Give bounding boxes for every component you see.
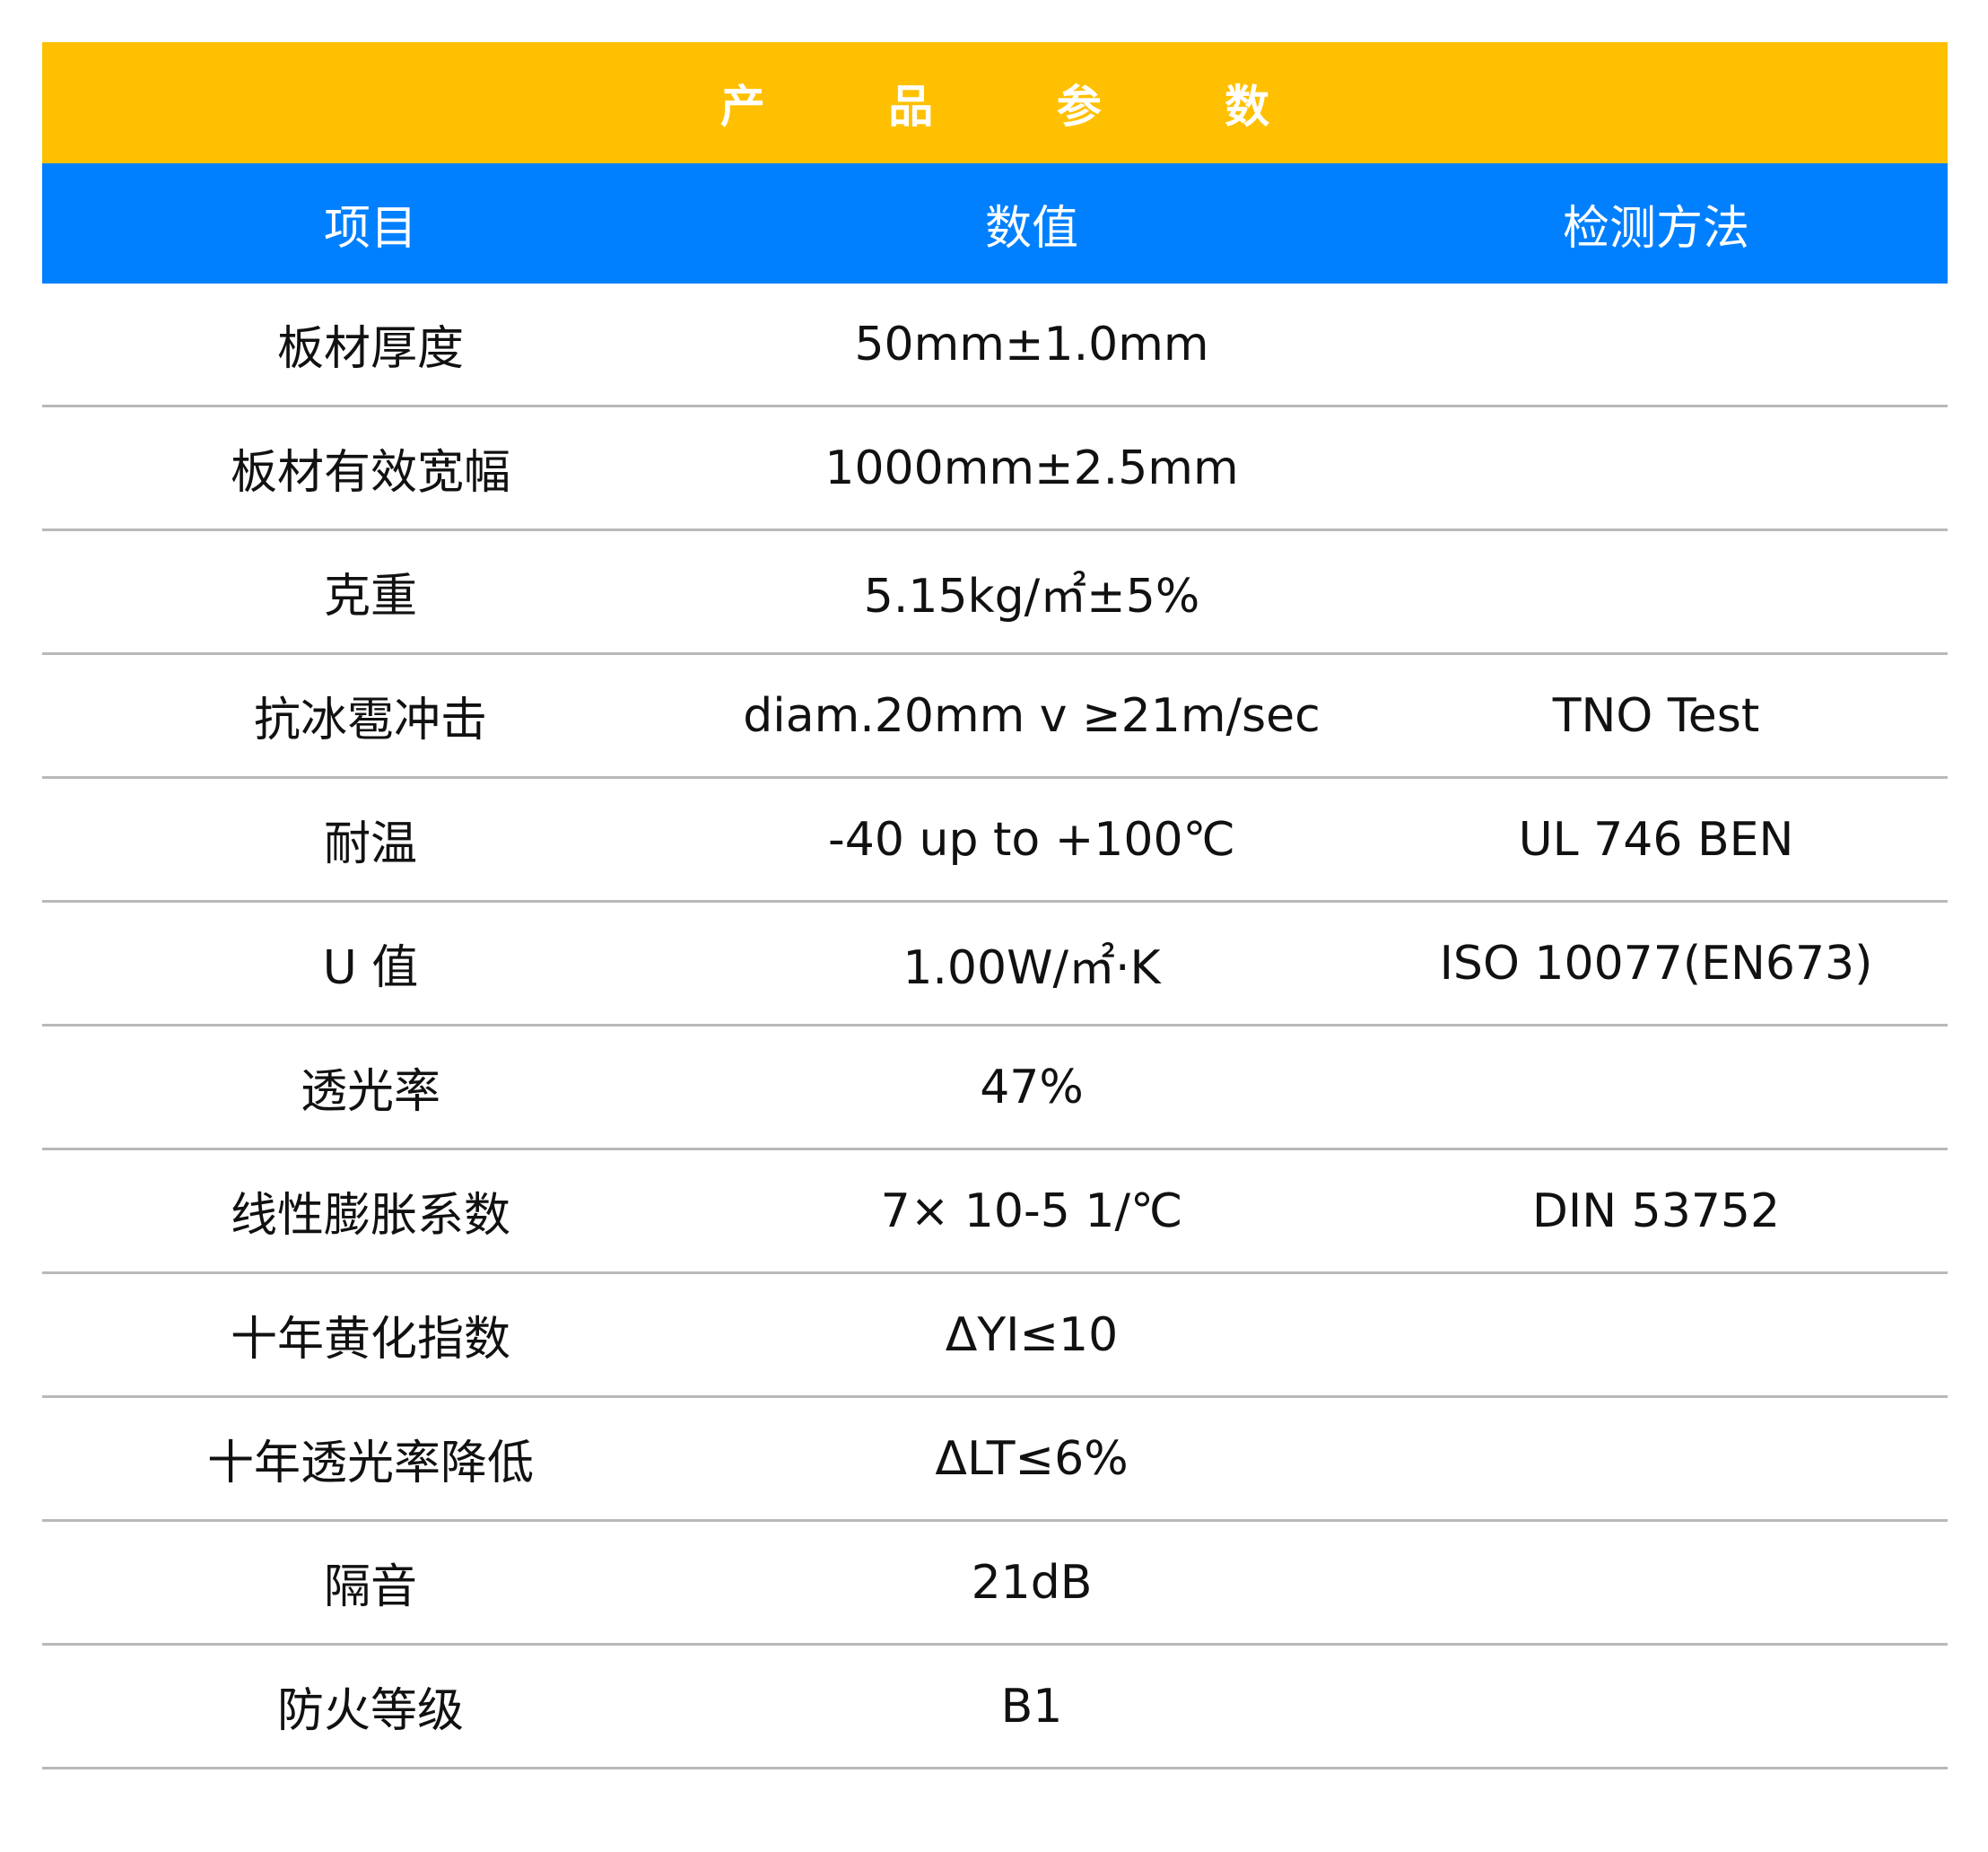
table-row: 克重 5.15kg/㎡±5%: [42, 531, 1948, 655]
row-value: B1: [1000, 1679, 1063, 1734]
table-row: 十年透光率降低 ΔLT≤6%: [42, 1398, 1948, 1522]
row-item: 透光率: [300, 1065, 440, 1119]
table-row: 十年黄化指数 ΔYI≤10: [42, 1274, 1948, 1398]
row-method: UL 746 BEN: [1518, 812, 1794, 867]
row-value: 47%: [980, 1060, 1084, 1114]
row-value: 50mm±1.0mm: [854, 317, 1209, 371]
row-value: 1000mm±2.5mm: [824, 441, 1239, 495]
row-value: -40 up to +100℃: [828, 812, 1235, 867]
row-item: 克重: [323, 570, 417, 624]
row-value: diam.20mm v ≥21m/sec: [743, 688, 1321, 743]
row-value: 5.15kg/㎡±5%: [863, 570, 1200, 624]
row-item: 线性膨胀系数: [230, 1189, 510, 1243]
table-title: 产 品 参 数: [42, 42, 1948, 163]
row-method: ISO 10077(EN673): [1439, 936, 1873, 991]
header-item: 项目: [323, 201, 417, 256]
row-value: 1.00W/㎡·K: [902, 941, 1161, 995]
row-method: DIN 53752: [1531, 1184, 1781, 1238]
table-row: 防火等级 B1: [42, 1646, 1948, 1769]
row-item: 十年黄化指数: [230, 1313, 510, 1367]
row-item: 耐温: [323, 817, 417, 871]
table-row: 抗冰雹冲击 diam.20mm v ≥21m/sec TNO Test: [42, 655, 1948, 779]
row-item: 隔音: [323, 1560, 417, 1614]
table-header-row: 项目 数值 检测方法: [42, 163, 1948, 284]
table-row: 透光率 47%: [42, 1026, 1948, 1150]
product-parameters-table: 产 品 参 数 项目 数值 检测方法 板材厚度 50mm±1.0mm 板材有效宽…: [42, 42, 1948, 1769]
row-value: ΔLT≤6%: [935, 1431, 1129, 1486]
header-value: 数值: [984, 201, 1078, 256]
row-item: 十年透光率降低: [206, 1437, 534, 1490]
table-row: 线性膨胀系数 7× 10-5 1/℃ DIN 53752: [42, 1150, 1948, 1274]
row-value: 21dB: [971, 1555, 1093, 1610]
row-item: 板材有效宽幅: [230, 446, 510, 500]
row-item: U 值: [322, 941, 419, 995]
table-row: 板材厚度 50mm±1.0mm: [42, 284, 1948, 407]
row-method: TNO Test: [1552, 688, 1760, 743]
row-value: 7× 10-5 1/℃: [880, 1184, 1183, 1238]
header-method: 检测方法: [1562, 201, 1749, 256]
table-row: 隔音 21dB: [42, 1522, 1948, 1646]
table-row: 耐温 -40 up to +100℃ UL 746 BEN: [42, 779, 1948, 903]
row-item: 板材厚度: [276, 322, 464, 376]
row-item: 抗冰雹冲击: [253, 694, 487, 747]
table-row: 板材有效宽幅 1000mm±2.5mm: [42, 407, 1948, 531]
table-row: U 值 1.00W/㎡·K ISO 10077(EN673): [42, 903, 1948, 1026]
row-value: ΔYI≤10: [945, 1307, 1119, 1362]
row-item: 防火等级: [276, 1684, 464, 1738]
